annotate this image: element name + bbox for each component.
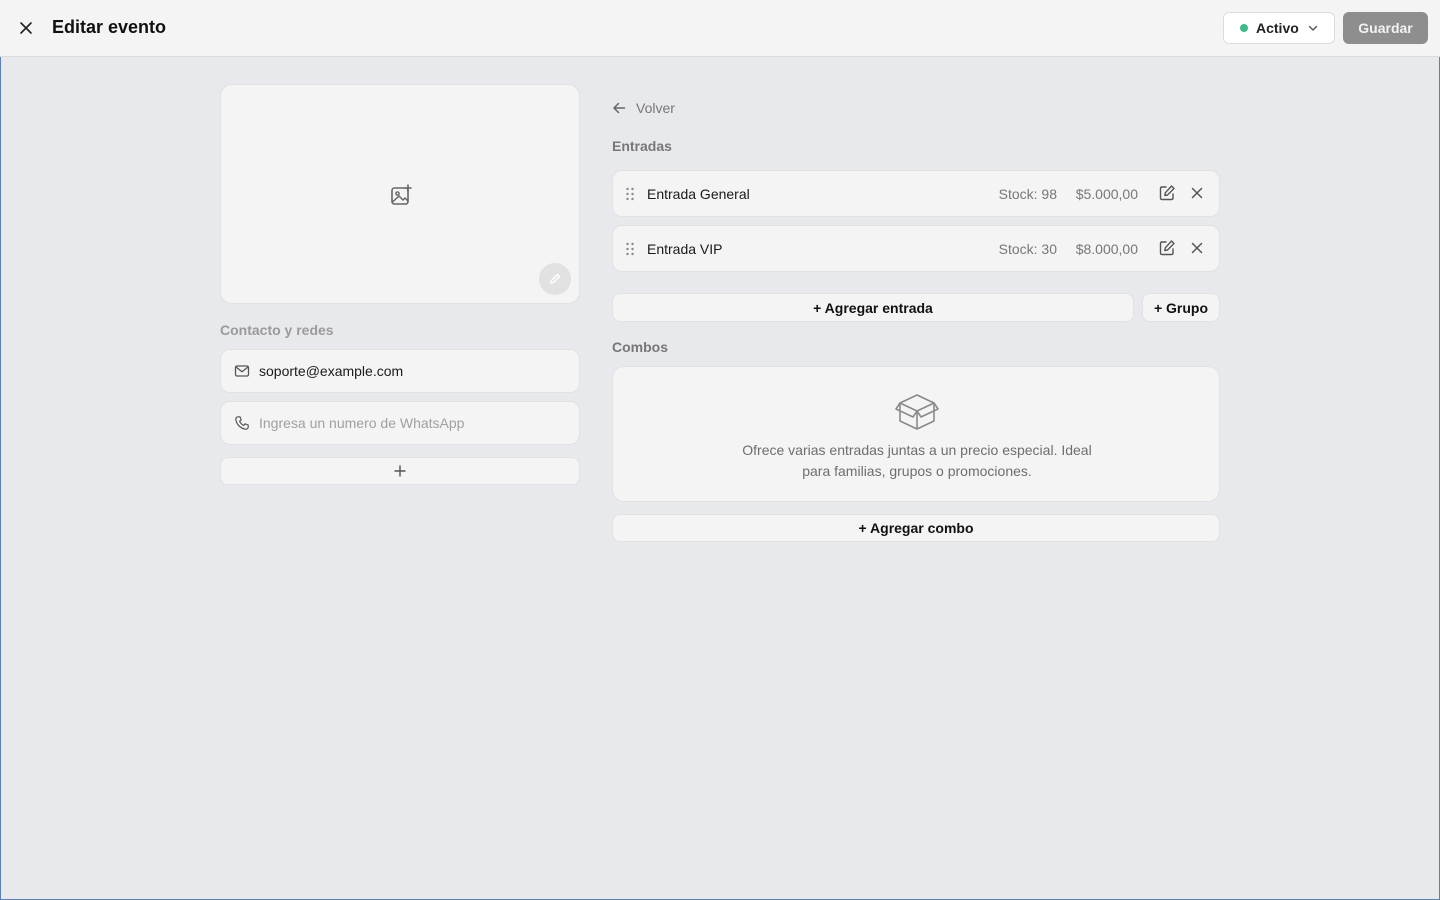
back-link[interactable]: Volver <box>612 98 675 118</box>
ticket-name: Entrada General <box>647 186 750 202</box>
status-label: Activo <box>1256 20 1299 36</box>
top-bar: Editar evento Activo Guardar <box>0 0 1440 57</box>
combos-empty-text: Ofrece varias entradas juntas a un preci… <box>713 440 1121 482</box>
add-contact-button[interactable] <box>220 457 580 485</box>
back-label: Volver <box>636 100 675 116</box>
tickets-section-label: Entradas <box>612 138 672 154</box>
delete-icon[interactable] <box>1189 240 1205 256</box>
save-button[interactable]: Guardar <box>1343 12 1428 44</box>
image-edit-button[interactable] <box>539 263 571 295</box>
combos-empty-state: Ofrece varias entradas juntas a un preci… <box>612 366 1220 502</box>
arrow-left-icon <box>613 102 626 114</box>
ticket-stock: Stock: 98 <box>998 186 1057 202</box>
delete-icon[interactable] <box>1189 185 1205 201</box>
contact-section-label: Contacto y redes <box>220 322 334 338</box>
pencil-icon <box>550 273 561 284</box>
add-group-button[interactable]: + Grupo <box>1142 293 1220 322</box>
event-image-dropzone[interactable] <box>220 84 580 304</box>
whatsapp-field[interactable]: Ingresa un numero de WhatsApp <box>220 401 580 445</box>
whatsapp-placeholder: Ingresa un numero de WhatsApp <box>259 415 465 431</box>
ticket-name: Entrada VIP <box>647 241 723 257</box>
email-field[interactable]: soporte@example.com <box>220 349 580 393</box>
edit-icon[interactable] <box>1158 184 1176 202</box>
status-select[interactable]: Activo <box>1223 12 1335 44</box>
status-dot <box>1240 24 1248 32</box>
phone-icon <box>235 416 249 430</box>
drag-handle-icon[interactable] <box>625 187 635 201</box>
plus-icon <box>394 465 406 477</box>
page-title: Editar evento <box>52 17 167 37</box>
image-add-icon <box>391 184 412 205</box>
mail-icon <box>234 365 250 377</box>
ticket-price: $5.000,00 <box>1075 186 1138 202</box>
email-value: soporte@example.com <box>259 363 404 379</box>
drag-handle-icon[interactable] <box>625 242 635 256</box>
edit-icon[interactable] <box>1158 239 1176 257</box>
ticket-row: Entrada General Stock: 98 $5.000,00 <box>612 170 1220 217</box>
add-combo-button[interactable]: + Agregar combo <box>612 514 1220 542</box>
ticket-price: $8.000,00 <box>1075 241 1138 257</box>
ticket-row: Entrada VIP Stock: 30 $8.000,00 <box>612 225 1220 272</box>
combos-empty-line2: para familias, grupos o promociones. <box>802 463 1032 479</box>
combos-empty-line1: Ofrece varias entradas juntas a un preci… <box>742 442 1092 458</box>
package-icon <box>895 394 939 430</box>
combos-section-label: Combos <box>612 339 668 355</box>
ticket-stock: Stock: 30 <box>998 241 1057 257</box>
chevron-down-icon <box>1308 25 1317 31</box>
close-icon <box>20 22 32 34</box>
close-button[interactable] <box>14 16 38 40</box>
add-ticket-button[interactable]: + Agregar entrada <box>612 293 1134 322</box>
